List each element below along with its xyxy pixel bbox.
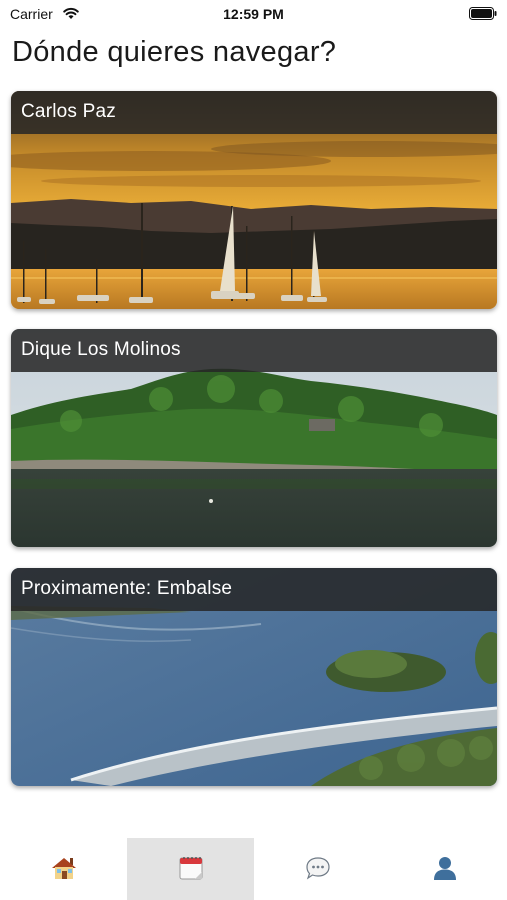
destination-card-embalse[interactable]: Proximamente: Embalse xyxy=(11,568,497,786)
destination-card-dique-los-molinos[interactable]: Dique Los Molinos xyxy=(11,329,497,547)
tab-home[interactable] xyxy=(0,838,127,900)
card-header: Proximamente: Embalse xyxy=(11,568,497,611)
page-title: Dónde quieres navegar? xyxy=(12,36,337,68)
status-time: 12:59 PM xyxy=(223,6,284,22)
card-title: Proximamente: Embalse xyxy=(21,578,233,599)
tab-chat[interactable] xyxy=(254,838,381,900)
card-header: Carlos Paz xyxy=(11,91,497,134)
user-icon xyxy=(433,857,456,880)
house-icon xyxy=(51,858,76,879)
calendar-icon xyxy=(179,857,202,880)
card-title: Carlos Paz xyxy=(21,101,116,122)
tab-calendar[interactable] xyxy=(127,838,254,900)
tab-bar xyxy=(0,838,507,900)
card-title: Dique Los Molinos xyxy=(21,339,181,360)
card-header: Dique Los Molinos xyxy=(11,329,497,372)
tab-profile[interactable] xyxy=(381,838,507,900)
status-bar: Carrier 12:59 PM xyxy=(0,0,507,28)
destination-card-carlos-paz[interactable]: Carlos Paz xyxy=(11,91,497,309)
battery-icon xyxy=(469,7,497,20)
chat-bubble-icon xyxy=(305,857,330,880)
